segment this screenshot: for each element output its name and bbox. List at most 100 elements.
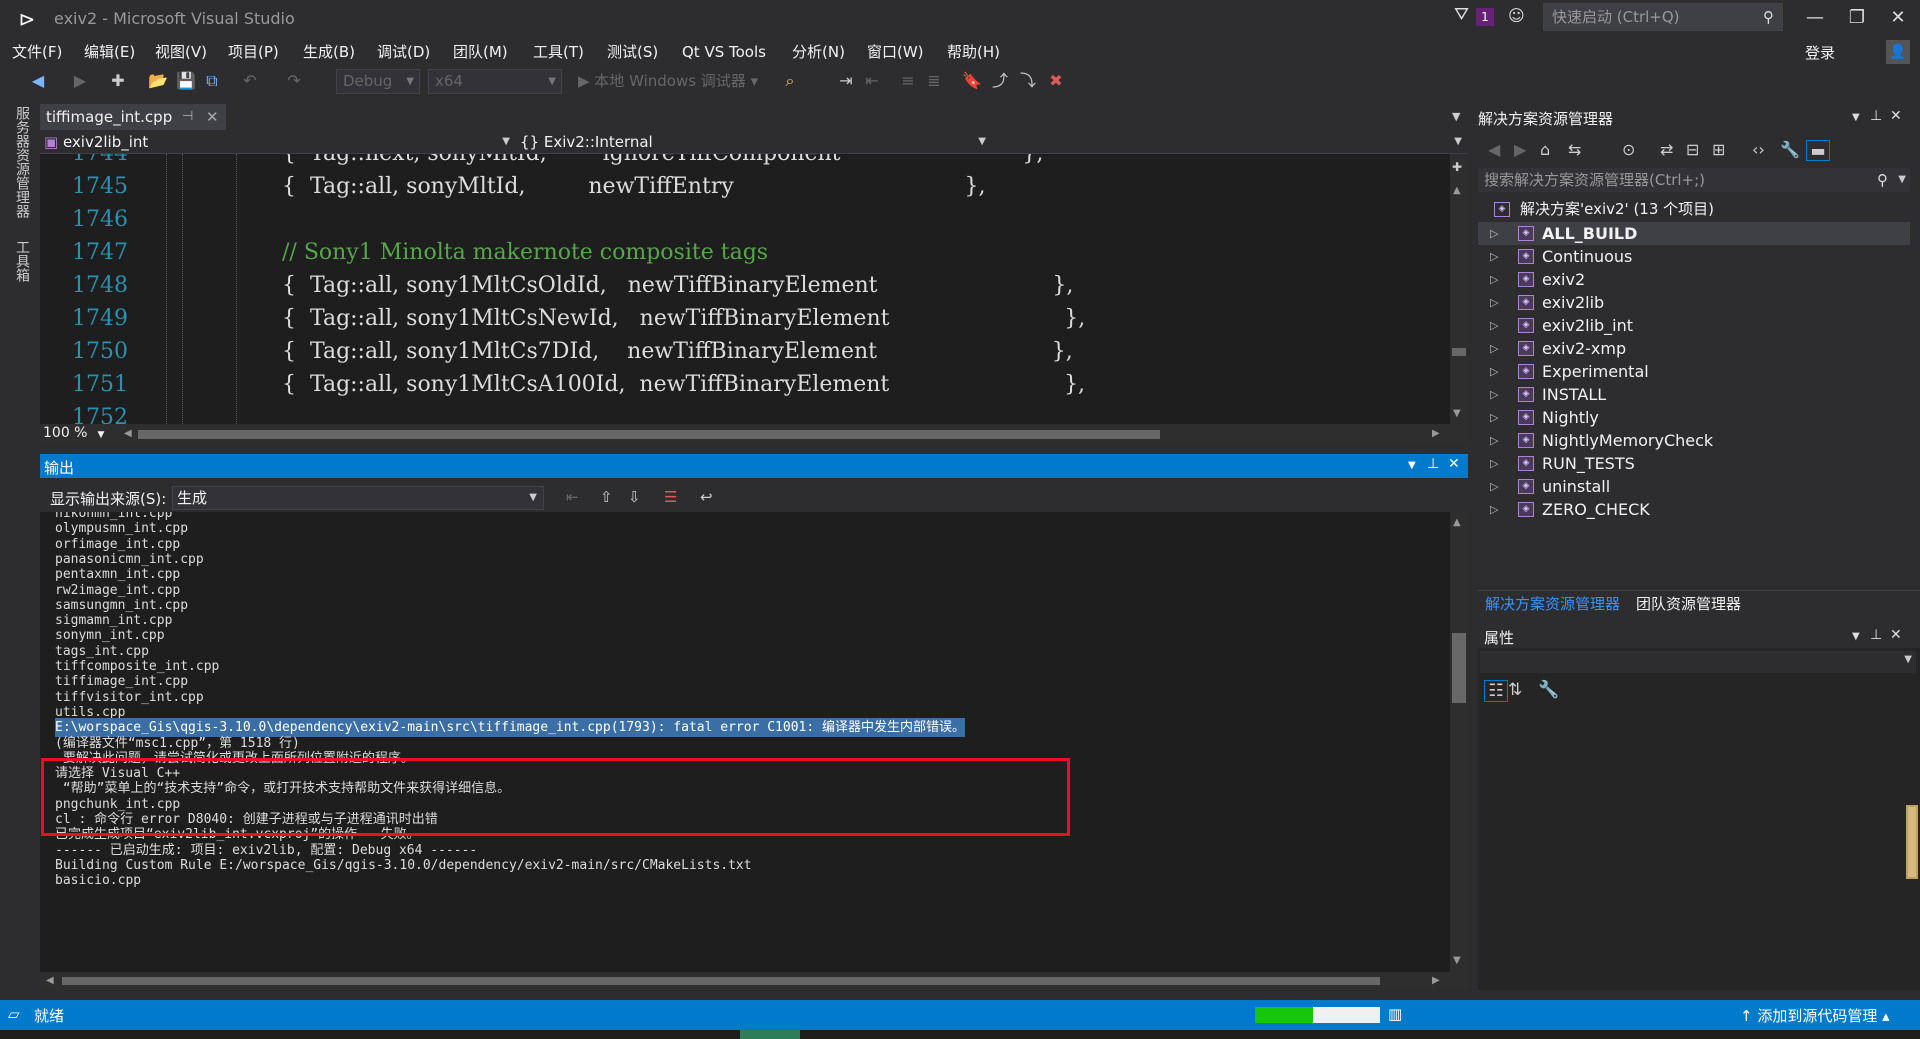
new-project-icon[interactable]: ✚ (108, 70, 128, 92)
output-hscroll-thumb[interactable] (62, 977, 1380, 985)
pending-changes-filter-icon[interactable]: ⊙ (1622, 140, 1635, 159)
menu-file[interactable]: 文件(F) (6, 38, 68, 66)
uncomment-icon[interactable]: ≣ (924, 70, 944, 92)
output-source-select[interactable]: 生成 ▼ (172, 486, 544, 510)
expand-icon[interactable]: ▷ (1490, 360, 1498, 383)
navigate-forward-icon[interactable]: ▶ (70, 70, 90, 92)
back-icon[interactable]: ◀ (1488, 140, 1500, 159)
menu-help[interactable]: 帮助(H) (941, 38, 1006, 66)
properties-scrollbar[interactable] (1906, 805, 1918, 879)
project-node[interactable]: ▷ ◈ ZERO_CHECK (1478, 498, 1910, 521)
project-node[interactable]: ▷ ◈ NightlyMemoryCheck (1478, 429, 1910, 452)
pin-icon[interactable]: ⊥ (1427, 456, 1439, 472)
undo-icon[interactable]: ↶ (240, 70, 260, 92)
scroll-left-icon[interactable]: ◀ (124, 428, 132, 439)
menu-project[interactable]: 项目(P) (222, 38, 285, 66)
account-avatar-icon[interactable]: 👤 (1886, 40, 1910, 64)
property-pages-icon[interactable]: 🔧 (1538, 680, 1559, 700)
view-code-icon[interactable]: ‹› (1752, 140, 1765, 159)
code-editor[interactable]: 1744 { Tag::next, sonyMltId, ignoreTiffCo… (40, 154, 1450, 424)
expand-icon[interactable]: ▷ (1490, 429, 1498, 452)
next-message-icon[interactable]: ⇩ (628, 488, 641, 506)
menu-view[interactable]: 视图(V) (149, 38, 213, 66)
window-menu-icon[interactable]: ▼ (1852, 631, 1860, 642)
output-vertical-scrollbar[interactable] (1450, 512, 1468, 972)
pin-icon[interactable]: ⊥ (1870, 627, 1882, 643)
expand-icon[interactable]: ▷ (1490, 498, 1498, 521)
menu-debug[interactable]: 调试(D) (371, 38, 436, 66)
solution-search-input[interactable]: 搜索解决方案资源管理器(Ctrl+;) ⚲ ▼ (1478, 168, 1910, 192)
project-node[interactable]: ▷ ◈ exiv2 (1478, 268, 1910, 291)
bookmark-icon[interactable]: 🔖 (962, 70, 982, 92)
find-message-icon[interactable]: ⇤ (566, 488, 579, 506)
clear-all-icon[interactable]: ☰ (664, 488, 677, 506)
properties-object-select[interactable]: ▼ (1480, 651, 1916, 673)
close-icon[interactable]: ✕ (1448, 456, 1460, 472)
editor-hscroll-thumb[interactable] (138, 430, 1160, 439)
start-debugger-button[interactable]: ▶ 本地 Windows 调试器 ▾ (578, 70, 758, 91)
solution-platform-select[interactable]: x64 ▼ (428, 69, 562, 94)
close-icon[interactable]: ✕ (1890, 108, 1902, 124)
save-all-icon[interactable]: ⧉ (202, 70, 222, 92)
close-icon[interactable]: ✕ (1890, 627, 1902, 643)
scroll-up-icon[interactable]: ▲ (1453, 517, 1461, 528)
show-all-files-icon[interactable]: ⊞ (1712, 140, 1725, 159)
quick-launch-input[interactable]: 快速启动 (Ctrl+Q) ⚲ (1543, 3, 1783, 31)
word-wrap-icon[interactable]: ↩ (700, 488, 713, 506)
expand-icon[interactable]: ▷ (1490, 383, 1498, 406)
navigate-back-icon[interactable]: ◀ (28, 70, 48, 92)
menu-build[interactable]: 生成(B) (297, 38, 361, 66)
preview-selected-items-icon[interactable]: ▬ (1806, 140, 1830, 161)
pin-icon[interactable]: ⊣ (182, 104, 193, 130)
pin-icon[interactable]: ⊥ (1870, 108, 1882, 124)
project-node[interactable]: ▷ ◈ Nightly (1478, 406, 1910, 429)
build-activity-icon[interactable]: ▥ (1388, 1005, 1402, 1023)
indent-icon[interactable]: ⇥ (836, 70, 856, 92)
project-node[interactable]: ▷ ◈ INSTALL (1478, 383, 1910, 406)
notification-badge[interactable]: 1 (1476, 8, 1494, 26)
home-icon[interactable]: ⌂ (1540, 140, 1550, 159)
solution-configuration-select[interactable]: Debug ▼ (336, 69, 420, 94)
expand-icon[interactable]: ▷ (1490, 475, 1498, 498)
editor-tab-tiffimage[interactable]: tiffimage_int.cpp ⊣ ✕ (40, 104, 226, 130)
menu-analyze[interactable]: 分析(N) (786, 38, 851, 66)
switch-views-icon[interactable]: ⇆ (1568, 140, 1581, 159)
output-text-area[interactable]: nikonmn_int.cpp olympusmn_int.cpp orfimage… (40, 512, 1450, 972)
collapse-all-icon[interactable]: ⊟ (1686, 140, 1699, 159)
menu-edit[interactable]: 编辑(E) (78, 38, 141, 66)
editor-scroll-thumb[interactable] (1452, 348, 1466, 356)
menu-team[interactable]: 团队(M) (447, 38, 514, 66)
expand-icon[interactable]: ▷ (1490, 314, 1498, 337)
expand-icon[interactable]: ▷ (1490, 406, 1498, 429)
toolbox-tab[interactable]: 工具箱 (12, 240, 32, 282)
expand-icon[interactable]: ▷ (1490, 222, 1498, 245)
project-node[interactable]: ▷ ◈ exiv2lib (1478, 291, 1910, 314)
scroll-down-icon[interactable]: ▼ (1453, 408, 1461, 419)
notification-flag-icon[interactable]: ⛛ (1454, 4, 1469, 25)
alphabetical-icon[interactable]: ⇅ (1508, 680, 1522, 700)
feedback-icon[interactable]: ☺ (1508, 6, 1525, 25)
categorized-icon[interactable]: ☷ (1484, 680, 1508, 702)
comment-icon[interactable]: ≡ (898, 70, 918, 92)
close-window-button[interactable]: ✕ (1878, 4, 1918, 32)
project-node[interactable]: ▷ ◈ Experimental (1478, 360, 1910, 383)
expand-icon[interactable]: ▷ (1490, 291, 1498, 314)
scroll-up-icon[interactable]: ▲ (1453, 185, 1461, 196)
restore-button[interactable]: ❐ (1837, 4, 1877, 32)
expand-icon[interactable]: ▷ (1490, 452, 1498, 475)
next-bookmark-icon[interactable]: ⤵ (1018, 70, 1038, 92)
sign-in-link[interactable]: 登录 (1805, 42, 1835, 63)
scroll-left-icon[interactable]: ◀ (46, 975, 54, 986)
properties-wrench-icon[interactable]: 🔧 (1780, 140, 1800, 159)
namespace-scope-select[interactable]: {} Exiv2::Internal ▼ (520, 131, 990, 153)
forward-icon[interactable]: ▶ (1514, 140, 1526, 159)
project-node[interactable]: ▷ ◈ RUN_TESTS (1478, 452, 1910, 475)
close-icon[interactable]: ✕ (206, 104, 219, 130)
sync-with-active-document-icon[interactable]: ⇄ (1660, 140, 1673, 159)
menu-tools[interactable]: 工具(T) (527, 38, 590, 66)
tab-list-dropdown-icon[interactable]: ▼ (1452, 110, 1460, 123)
previous-message-icon[interactable]: ⇧ (600, 488, 613, 506)
tab-team-explorer[interactable]: 团队资源管理器 (1636, 593, 1741, 614)
expand-icon[interactable]: ▷ (1490, 245, 1498, 268)
redo-icon[interactable]: ↷ (284, 70, 304, 92)
